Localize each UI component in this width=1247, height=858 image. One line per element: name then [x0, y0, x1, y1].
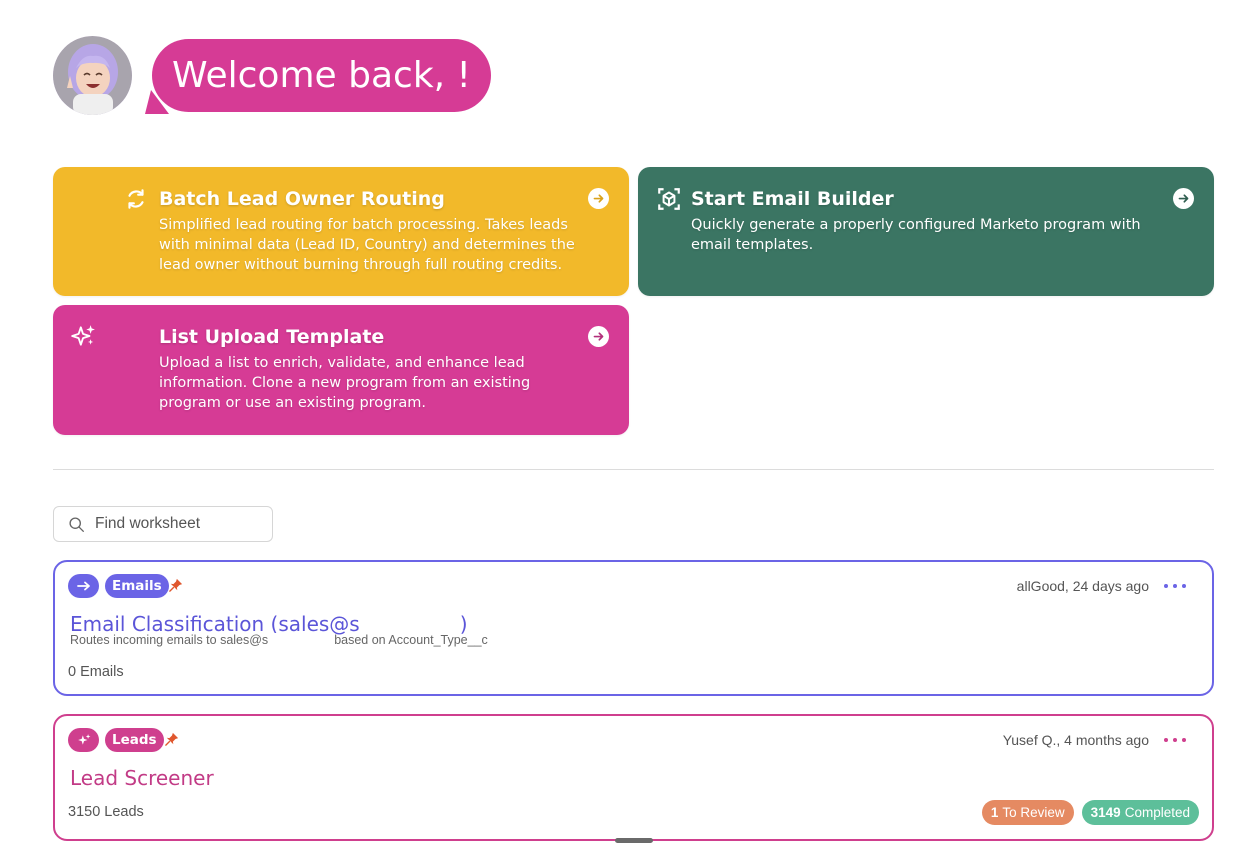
welcome-bubble: Welcome back, !: [152, 39, 491, 112]
worksheet-search[interactable]: [53, 506, 273, 542]
card-description: Simplified lead routing for batch proces…: [159, 217, 575, 273]
sparkles-icon: [71, 325, 95, 346]
worksheet-meta: allGood, 24 days ago: [1016, 578, 1149, 594]
search-icon: [69, 516, 84, 532]
completed-badge[interactable]: 3149 Completed: [1081, 800, 1199, 825]
go-arrow-button[interactable]: [1173, 188, 1194, 209]
refresh-icon: [128, 189, 144, 209]
worksheet-description-suffix: based on Account_Type__c: [334, 633, 488, 647]
worksheet-description: Routes incoming emails to sales@sxbased …: [70, 633, 488, 647]
worksheet-count: 3150 Leads: [68, 804, 144, 820]
redacted-block: x: [268, 633, 335, 647]
completed-count: 3149: [1090, 805, 1121, 820]
worksheet-count: 0 Emails: [68, 664, 124, 680]
cube-scan-icon: [658, 188, 680, 210]
scrollbar-thumb[interactable]: [615, 838, 653, 843]
card-title: Batch Lead Owner Routing: [159, 188, 445, 210]
search-input[interactable]: [95, 515, 265, 533]
go-arrow-button[interactable]: [588, 326, 609, 347]
arrow-right-icon: [593, 194, 604, 203]
card-description: Quickly generate a properly configured M…: [691, 217, 1141, 253]
card-description: Upload a list to enrich, validate, and e…: [159, 355, 531, 411]
arrow-right-icon: [1178, 194, 1189, 203]
to-review-count: 1: [990, 805, 999, 820]
worksheet-card-lead-screener[interactable]: Leads Yusef Q., 4 months ago Lead Screen…: [53, 714, 1214, 841]
to-review-label: To Review: [1002, 805, 1065, 820]
status-pills: 1 To Review 3149 Completed: [981, 800, 1199, 825]
arrow-right-icon: [76, 581, 90, 591]
pin-icon[interactable]: [169, 578, 183, 592]
to-review-badge[interactable]: 1 To Review: [981, 800, 1074, 825]
worksheet-type-icon: [68, 574, 99, 598]
go-arrow-button[interactable]: [588, 188, 609, 209]
card-title: Start Email Builder: [691, 188, 894, 210]
arrow-right-icon: [593, 332, 604, 341]
worksheet-title[interactable]: Lead Screener: [70, 766, 214, 790]
worksheet-description-prefix: Routes incoming emails to sales@s: [70, 633, 269, 647]
sparkles-icon: [77, 734, 90, 745]
completed-label: Completed: [1124, 805, 1190, 820]
list-upload-template-card[interactable]: List Upload Template Upload a list to en…: [53, 305, 629, 435]
user-avatar: [53, 36, 132, 115]
worksheet-meta: Yusef Q., 4 months ago: [1002, 732, 1149, 748]
worksheet-type-badge: Emails: [105, 574, 169, 598]
start-email-builder-card[interactable]: Start Email Builder Quickly generate a p…: [638, 167, 1214, 296]
batch-lead-owner-routing-card[interactable]: Batch Lead Owner Routing Simplified lead…: [53, 167, 629, 296]
more-options-button[interactable]: [1164, 576, 1186, 596]
worksheet-type-icon: [68, 728, 99, 752]
more-options-button[interactable]: [1164, 730, 1186, 750]
welcome-greeting: Welcome back, !: [172, 55, 471, 96]
section-divider: [53, 469, 1214, 470]
pin-icon[interactable]: [165, 732, 179, 746]
worksheet-card-email-classification[interactable]: Emails allGood, 24 days ago Email Classi…: [53, 560, 1214, 696]
card-title: List Upload Template: [159, 326, 385, 348]
memoji-avatar-icon: [53, 36, 132, 115]
worksheet-type-badge: Leads: [105, 728, 164, 752]
